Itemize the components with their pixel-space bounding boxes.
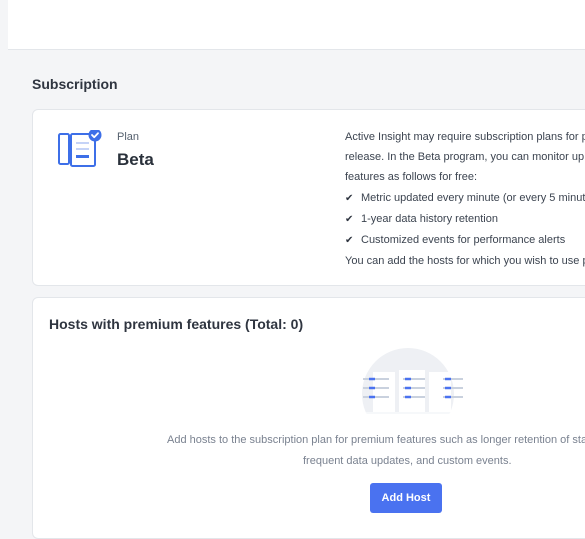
description-line: release. In the Beta program, you can mo… [345, 151, 585, 164]
empty-state-line: Add hosts to the subscription plan for p… [167, 434, 585, 446]
empty-state-line: frequent data updates, and custom events… [303, 455, 512, 467]
feature-label: Customized events for performance alerts [361, 234, 566, 247]
checkmark-icon: ✔ [345, 213, 354, 225]
description-footer: You can add the hosts for which you wish… [345, 255, 585, 268]
description-line: features as follows for free: [345, 171, 478, 184]
feature-item: ✔ Customized events for performance alert… [345, 230, 585, 251]
hosts-card: Hosts with premium features (Total: 0) A… [32, 297, 585, 539]
plan-label: Plan [117, 131, 140, 143]
checkmark-icon: ✔ [345, 192, 354, 204]
plan-description: Active Insight may require subscription … [345, 127, 585, 271]
feature-item: ✔ 1-year data history retention [345, 209, 585, 230]
hosts-title: Hosts with premium features (Total: 0) [49, 316, 304, 332]
feature-item: ✔ Metric updated every minute (or every 5… [345, 188, 585, 209]
top-bar [8, 0, 585, 50]
page-title: Subscription [32, 76, 118, 92]
feature-label: Metric updated every minute (or every 5 … [361, 191, 585, 204]
checkmark-icon: ✔ [345, 235, 354, 247]
hosts-empty-state-icon [353, 348, 463, 414]
description-line: Active Insight may require subscription … [345, 131, 585, 143]
plan-document-check-icon [57, 128, 105, 174]
add-host-button[interactable]: Add Host [370, 483, 442, 513]
feature-label: 1-year data history retention [361, 212, 498, 225]
plan-name: Beta [117, 150, 154, 169]
plan-card: Plan Beta Active Insight may require sub… [32, 109, 585, 286]
